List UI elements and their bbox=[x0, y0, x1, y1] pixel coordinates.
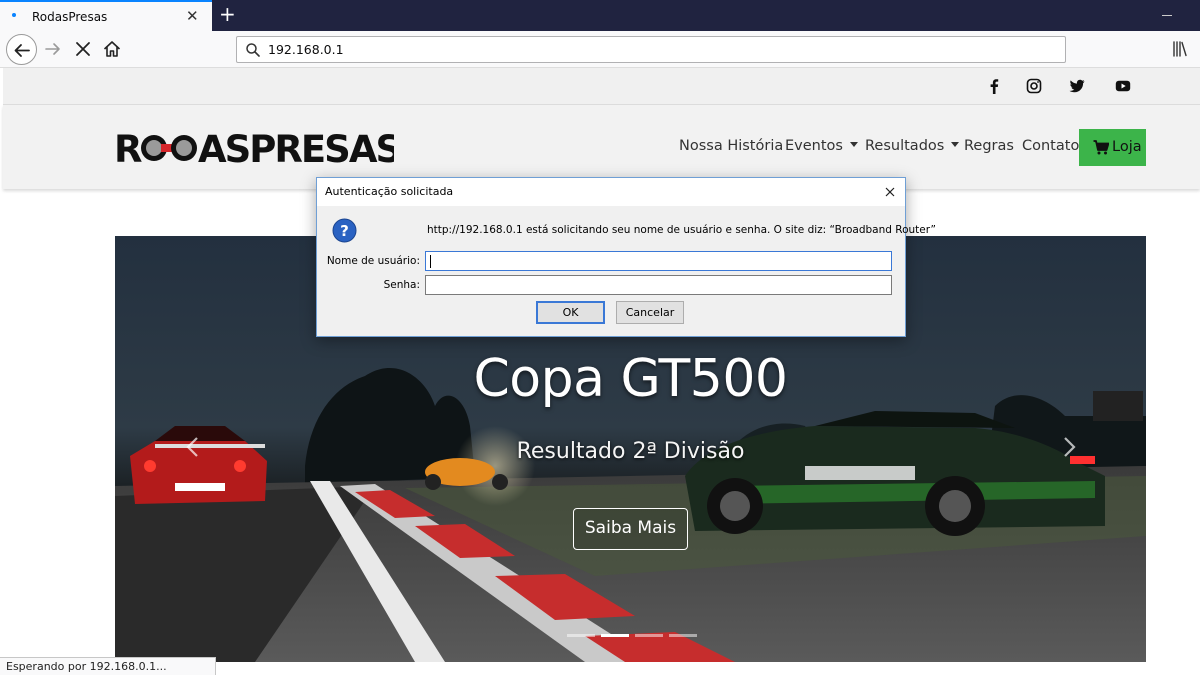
carousel-indicators bbox=[567, 634, 697, 638]
loading-indicator-icon bbox=[12, 13, 16, 17]
youtube-icon[interactable] bbox=[1115, 78, 1131, 94]
dialog-title: Autenticação solicitada bbox=[325, 185, 454, 198]
text-cursor bbox=[430, 255, 431, 268]
nav-resultados-label: Resultados bbox=[865, 138, 945, 154]
question-icon: ? bbox=[332, 218, 357, 243]
stop-button[interactable] bbox=[72, 38, 94, 60]
svg-text:ASPRESAS: ASPRESAS bbox=[198, 128, 394, 168]
hero-subtitle: Resultado 2ª Divisão bbox=[516, 439, 745, 464]
stop-icon bbox=[76, 42, 90, 56]
forward-button[interactable] bbox=[42, 38, 64, 60]
chevron-down-icon bbox=[849, 142, 858, 147]
url-text[interactable]: 192.168.0.1 bbox=[268, 42, 344, 57]
hero-title: Copa GT500 bbox=[473, 349, 788, 409]
username-label: Nome de usuário: bbox=[326, 255, 420, 267]
password-label: Senha: bbox=[383, 279, 420, 291]
password-field[interactable] bbox=[425, 275, 892, 295]
minimize-icon[interactable] bbox=[1162, 15, 1172, 16]
nav-eventos-dropdown[interactable]: Eventos bbox=[785, 138, 858, 154]
svg-text:R: R bbox=[114, 128, 142, 168]
auth-dialog: Autenticação solicitada ? http://192.168… bbox=[316, 177, 936, 337]
nav-contato[interactable]: Contato bbox=[1022, 138, 1079, 154]
back-arrow-icon bbox=[14, 44, 30, 57]
loja-button[interactable]: Loja bbox=[1079, 129, 1146, 166]
tab-title: RodasPresas bbox=[32, 10, 108, 24]
new-tab-button[interactable]: + bbox=[219, 3, 236, 25]
home-button[interactable] bbox=[101, 38, 123, 60]
username-field[interactable] bbox=[425, 251, 892, 271]
chevron-down-icon bbox=[951, 142, 960, 147]
address-bar[interactable]: 192.168.0.1 bbox=[236, 36, 1066, 63]
back-button[interactable] bbox=[6, 34, 37, 65]
nav-resultados-dropdown[interactable]: Resultados bbox=[865, 138, 960, 154]
dialog-message: http://192.168.0.1 está solicitando seu … bbox=[427, 224, 936, 236]
site-logo[interactable]: R ASPRESAS bbox=[114, 128, 402, 171]
nav-regras[interactable]: Regras bbox=[964, 138, 1014, 154]
carousel-indicator[interactable] bbox=[635, 634, 663, 637]
carousel-indicator-active[interactable] bbox=[601, 634, 629, 637]
library-icon bbox=[1173, 41, 1187, 57]
social-bar bbox=[3, 68, 1200, 105]
home-icon bbox=[103, 41, 121, 57]
nav-eventos-label: Eventos bbox=[785, 138, 843, 154]
saiba-mais-button[interactable]: Saiba Mais bbox=[573, 508, 688, 550]
carousel-indicator[interactable] bbox=[567, 634, 595, 637]
shopping-cart-icon bbox=[1093, 140, 1109, 155]
library-button[interactable] bbox=[1170, 39, 1190, 59]
search-icon bbox=[246, 43, 260, 57]
status-bar: Esperando por 192.168.0.1... bbox=[0, 657, 216, 675]
logo-wordmark: R ASPRESAS bbox=[114, 128, 402, 171]
carousel-indicator[interactable] bbox=[669, 634, 697, 637]
browser-tab[interactable]: RodasPresas ✕ bbox=[0, 0, 212, 31]
cancel-button[interactable]: Cancelar bbox=[616, 301, 684, 324]
close-icon[interactable] bbox=[877, 181, 903, 203]
web-page: R ASPRESAS Nossa História Eventos Result… bbox=[0, 68, 1200, 675]
dialog-titlebar[interactable]: Autenticação solicitada bbox=[317, 178, 905, 206]
forward-arrow-icon bbox=[45, 43, 60, 55]
ok-button[interactable]: OK bbox=[536, 301, 605, 324]
nav-nossa-historia[interactable]: Nossa História bbox=[679, 138, 783, 154]
twitter-icon[interactable] bbox=[1069, 78, 1085, 94]
loja-label: Loja bbox=[1112, 139, 1142, 155]
svg-text:?: ? bbox=[340, 222, 349, 240]
instagram-icon[interactable] bbox=[1026, 78, 1042, 94]
facebook-icon[interactable] bbox=[986, 78, 1002, 94]
tab-close-icon[interactable]: ✕ bbox=[186, 8, 199, 24]
browser-toolbar: 192.168.0.1 bbox=[0, 31, 1200, 68]
tab-strip: RodasPresas ✕ + bbox=[0, 0, 1200, 31]
